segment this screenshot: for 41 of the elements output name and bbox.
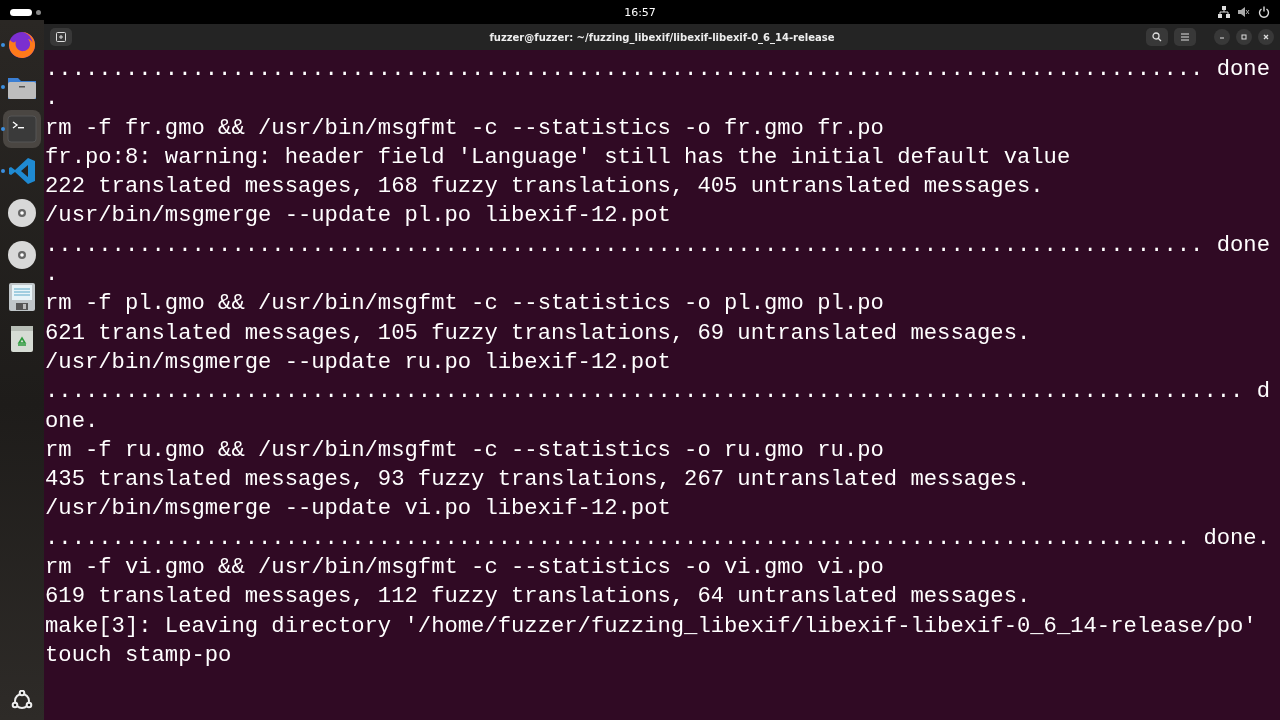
terminal-line: make[3]: Leaving directory '/home/fuzzer/fuzzing_libexif/libexif-libexif-0_6_14-release/po': [45, 612, 1258, 641]
close-button[interactable]: [1258, 29, 1274, 45]
close-icon: [1262, 33, 1270, 41]
terminal-line: 435 translated messages, 93 fuzzy translations, 267 untranslated messages.: [45, 466, 1032, 495]
terminal-line: .......................................................................................... d: [45, 378, 1271, 407]
terminal-line: rm -f pl.gmo && /usr/bin/msgfmt -c --statistics -o pl.gmo pl.po: [45, 290, 885, 319]
logo-icon[interactable]: [11, 690, 33, 712]
terminal-line: rm -f ru.gmo && /usr/bin/msgfmt -c --statistics -o ru.gmo ru.po: [45, 436, 885, 465]
menu-icon: [1180, 33, 1190, 41]
terminal-line: /usr/bin/msgmerge --update ru.po libexif-12.pot: [45, 348, 672, 377]
terminal-line: 619 translated messages, 112 fuzzy translations, 64 untranslated messages.: [45, 583, 1032, 612]
power-icon[interactable]: [1258, 6, 1270, 18]
terminal-line: ...................................................................................... done.: [45, 524, 1271, 553]
terminal-line: /usr/bin/msgmerge --update vi.po libexif-12.pot: [45, 495, 672, 524]
terminal-output-area[interactable]: [44, 50, 1280, 720]
terminal-line: rm -f fr.gmo && /usr/bin/msgfmt -c --statistics -o fr.gmo fr.po: [45, 114, 885, 143]
search-button[interactable]: [1146, 28, 1168, 46]
terminal-line: fr.po:8: warning: header field 'Language' still has the initial default value: [45, 143, 1072, 172]
terminal-line: rm -f vi.gmo && /usr/bin/msgfmt -c --statistics -o vi.gmo vi.po: [45, 554, 885, 583]
new-tab-icon: [56, 32, 66, 42]
speaker-muted-icon[interactable]: [1238, 6, 1250, 18]
new-tab-button[interactable]: [50, 28, 72, 46]
window-title: fuzzer@fuzzer: ~/fuzzing_libexif/libexif-libexif-0_6_14-release: [489, 31, 835, 43]
network-icon[interactable]: [1218, 6, 1230, 18]
maximize-icon: [1240, 33, 1248, 41]
terminal-line: one.: [45, 407, 100, 436]
maximize-button[interactable]: [1236, 29, 1252, 45]
terminal-line: ....................................................................................... done: [45, 231, 1271, 260]
minimize-button[interactable]: [1214, 29, 1230, 45]
terminal-line: .: [45, 261, 60, 290]
trash-icon[interactable]: [10, 325, 34, 353]
terminal-line: .: [45, 85, 60, 114]
terminal-line: touch stamp-po: [45, 641, 233, 670]
terminal-line: 222 translated messages, 168 fuzzy translations, 405 untranslated messages.: [45, 173, 1045, 202]
terminal-line: /usr/bin/msgmerge --update pl.po libexif-12.pot: [45, 202, 672, 231]
terminal-line: 621 translated messages, 105 fuzzy translations, 69 untranslated messages.: [45, 319, 1032, 348]
search-icon: [1152, 32, 1162, 42]
workspace-indicator[interactable]: [10, 8, 41, 16]
menu-button[interactable]: [1174, 28, 1196, 46]
terminal-line: ....................................................................................... done: [45, 56, 1271, 84]
clock[interactable]: 16:57: [624, 5, 656, 19]
